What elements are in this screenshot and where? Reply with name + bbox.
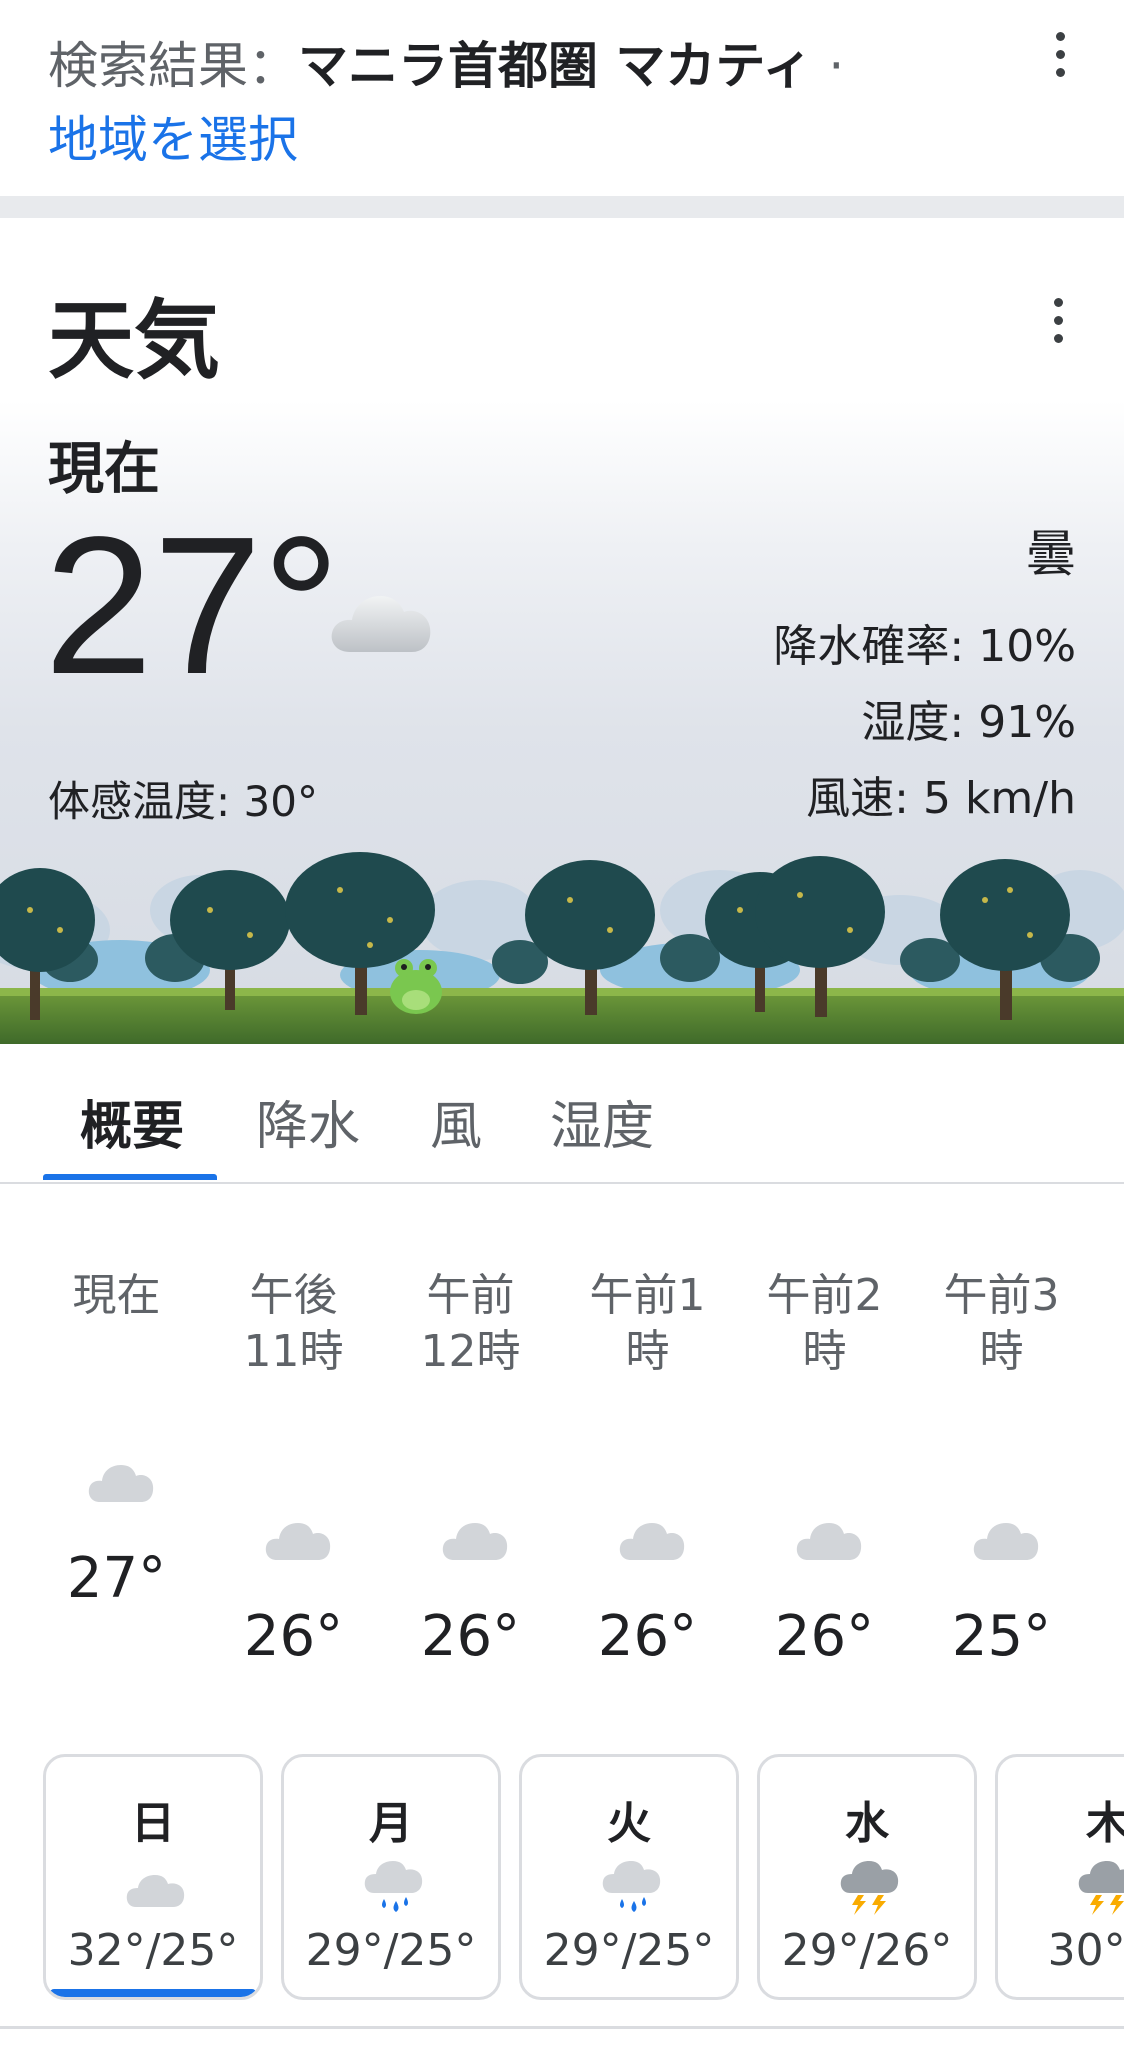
separator-dot: · bbox=[828, 37, 845, 95]
cloud-icon bbox=[796, 1523, 862, 1560]
hour-label: 午後 11時 bbox=[243, 1270, 344, 1377]
bottom-divider bbox=[0, 2026, 1124, 2029]
select-region-link[interactable]: 地域を選択 bbox=[48, 100, 298, 172]
day-name: 火 bbox=[607, 1798, 651, 1849]
weather-title: 天気 bbox=[48, 291, 220, 391]
cloud-icon bbox=[265, 1523, 331, 1560]
current-temperature: 27° bbox=[44, 496, 341, 715]
hour-temperature: 26° bbox=[597, 1604, 698, 1669]
wind-speed: 風速: 5 km/h bbox=[806, 773, 1076, 824]
daily-forecast: 日 32°/25° 月 29°/25° 火 29°/25° 水 29°/26° … bbox=[0, 1746, 1124, 2008]
weather-condition: 曇 bbox=[1026, 525, 1076, 583]
day-card-wed[interactable]: 水 29°/26° bbox=[757, 1754, 977, 2000]
temperature-range: 30°/2 bbox=[1047, 1925, 1124, 1976]
humidity: 湿度: 91% bbox=[861, 697, 1076, 748]
rain-icon bbox=[364, 1861, 423, 1912]
weather-card: 天気 現在 27° 体感温度: 30° 曇 降水確率: 10% 湿度: 91% … bbox=[0, 218, 1124, 1044]
hour-temperature: 27° bbox=[66, 1546, 167, 1611]
current-label: 現在 bbox=[48, 437, 160, 502]
day-name: 水 bbox=[845, 1798, 889, 1849]
tab-overview[interactable]: 概要 bbox=[80, 1084, 184, 1159]
cloud-icon bbox=[88, 1465, 154, 1502]
cloud-icon bbox=[331, 596, 431, 652]
hour-label: 午前1 時 bbox=[589, 1270, 706, 1377]
day-name: 月 bbox=[369, 1798, 413, 1849]
tab-humidity[interactable]: 湿度 bbox=[550, 1084, 654, 1159]
hour-label: 現在 bbox=[72, 1270, 161, 1321]
tab-wind[interactable]: 風 bbox=[430, 1084, 482, 1159]
day-name: 木 bbox=[998, 1787, 1124, 1851]
hourly-forecast[interactable]: 現在 27° 午後 11時 26° 午前 12時 26° 午前1 時 26° 午前2 時… bbox=[0, 1186, 1124, 1726]
temperature-range: 29°/26° bbox=[781, 1925, 953, 1976]
hour-temperature: 26° bbox=[774, 1604, 875, 1669]
cloud-icon bbox=[126, 1875, 185, 1907]
hour-temperature: 25° bbox=[951, 1604, 1052, 1669]
hour-label: 午前3 時 bbox=[943, 1270, 1060, 1377]
temperature-range: 29°/25° bbox=[543, 1925, 715, 1976]
day-card-mon[interactable]: 月 29°/25° bbox=[281, 1754, 501, 2000]
temperature-range: 29°/25° bbox=[305, 1925, 477, 1976]
hour-temperature: 26° bbox=[243, 1604, 344, 1669]
search-location[interactable]: マニラ首都圏 マカティ bbox=[298, 37, 812, 95]
rain-icon bbox=[602, 1861, 661, 1912]
search-location-line: 検索結果：マニラ首都圏 マカティ · bbox=[48, 26, 844, 98]
thunderstorm-icon bbox=[840, 1861, 899, 1915]
hour-label: 午前2 時 bbox=[766, 1270, 883, 1377]
more-options-icon[interactable] bbox=[1053, 32, 1067, 77]
precipitation-chance: 降水確率: 10% bbox=[773, 621, 1076, 672]
day-card-sun[interactable]: 日 32°/25° bbox=[43, 1754, 263, 2000]
day-card-thu[interactable]: 木 30°/2 bbox=[995, 1754, 1124, 2000]
tab-precipitation[interactable]: 降水 bbox=[256, 1084, 360, 1159]
day-name: 日 bbox=[131, 1798, 175, 1849]
cloud-icon bbox=[973, 1523, 1039, 1560]
search-prefix: 検索結果： bbox=[48, 37, 298, 95]
thunderstorm-icon bbox=[1078, 1861, 1124, 1915]
section-divider bbox=[0, 196, 1124, 218]
feels-like: 体感温度: 30° bbox=[48, 777, 318, 826]
cloud-icon bbox=[442, 1523, 508, 1560]
hour-label: 午前 12時 bbox=[420, 1270, 521, 1377]
weather-more-options-icon[interactable] bbox=[1051, 298, 1065, 343]
day-card-tue[interactable]: 火 29°/25° bbox=[519, 1754, 739, 2000]
active-tab-indicator bbox=[43, 1174, 217, 1180]
selected-day-indicator bbox=[50, 1989, 256, 1997]
temperature-range: 32°/25° bbox=[67, 1925, 239, 1976]
weather-illustration bbox=[0, 852, 1124, 1044]
cloud-icon bbox=[619, 1523, 685, 1560]
hour-temperature: 26° bbox=[420, 1604, 521, 1669]
search-header: 検索結果：マニラ首都圏 マカティ · 地域を選択 bbox=[0, 0, 1124, 196]
weather-tabs: 概要 降水 風 湿度 bbox=[0, 1044, 1124, 1184]
